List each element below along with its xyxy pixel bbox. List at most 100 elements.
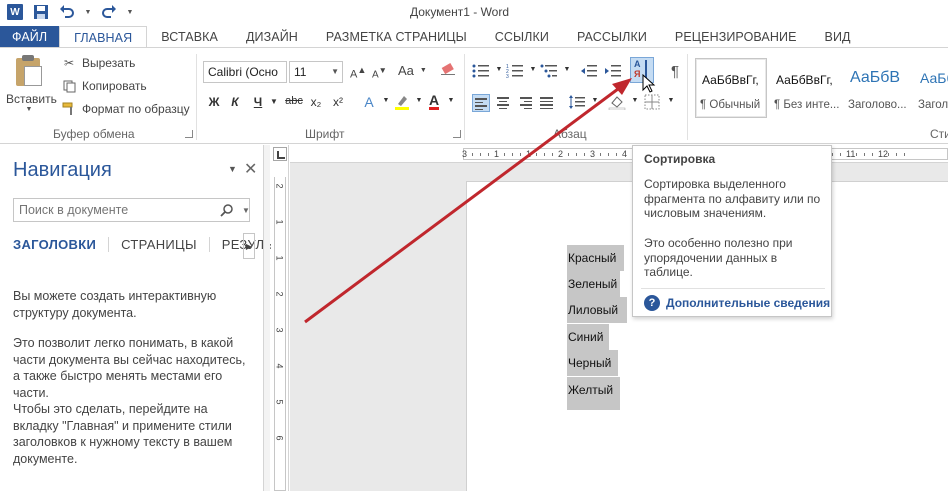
nav-help-paragraph: Это позволит легко понимать, в какой час… bbox=[13, 336, 246, 400]
font-color-button[interactable]: A bbox=[425, 92, 443, 110]
text-effects-button[interactable]: A bbox=[360, 94, 378, 110]
font-launcher-icon[interactable] bbox=[453, 130, 461, 138]
tab-review[interactable]: РЕЦЕНЗИРОВАНИЕ bbox=[661, 26, 811, 48]
increase-indent-icon[interactable] bbox=[604, 63, 622, 81]
list-item[interactable]: Зеленый bbox=[567, 271, 620, 297]
superscript-button[interactable]: x² bbox=[329, 95, 347, 109]
brush-icon bbox=[62, 102, 76, 116]
tab-view[interactable]: ВИД bbox=[811, 26, 865, 48]
align-right-icon bbox=[516, 94, 534, 109]
style-name: Заголово... bbox=[848, 99, 907, 111]
decrease-indent-icon[interactable] bbox=[580, 63, 598, 81]
paste-button[interactable]: Вставить ▼ bbox=[6, 54, 57, 113]
tab-references[interactable]: ССЫЛКИ bbox=[481, 26, 563, 48]
multilevel-list-icon[interactable] bbox=[540, 63, 558, 81]
numbering-icon[interactable]: 123 bbox=[506, 63, 524, 81]
list-item[interactable]: Лиловый bbox=[567, 297, 627, 323]
highlight-button[interactable] bbox=[393, 93, 411, 114]
shading-dropdown-icon[interactable]: ▼ bbox=[626, 97, 644, 104]
justify-icon bbox=[538, 94, 556, 109]
search-dropdown-icon[interactable]: ▼ bbox=[242, 206, 250, 215]
change-case-dropdown-icon: ▼ bbox=[419, 67, 427, 74]
ruler-number: 2 bbox=[274, 183, 285, 189]
nav-options-dropdown-icon[interactable]: ▼ bbox=[228, 164, 237, 174]
copy-button[interactable]: Копировать bbox=[62, 79, 147, 93]
tooltip-note: Это особенно полезно при упорядочении да… bbox=[644, 236, 793, 279]
list-item[interactable]: Желтый bbox=[567, 377, 620, 410]
paste-dropdown-icon[interactable]: ▼ bbox=[6, 106, 52, 113]
ruler-tick bbox=[480, 153, 481, 156]
style-heading-1[interactable]: АаБбВ Заголово... bbox=[843, 58, 915, 118]
sort-icon: A bbox=[634, 59, 641, 69]
ruler-number: 6 bbox=[274, 435, 285, 441]
ruler-tick bbox=[584, 153, 585, 156]
list-item[interactable]: Черный bbox=[567, 350, 618, 376]
bold-button[interactable]: Ж bbox=[205, 95, 223, 109]
clear-formatting-button[interactable] bbox=[440, 63, 456, 80]
ruler-number: 4 bbox=[622, 149, 628, 159]
svg-text:3: 3 bbox=[506, 74, 509, 79]
shrink-font-button[interactable]: A▼ bbox=[372, 65, 387, 80]
clipboard-launcher-icon[interactable] bbox=[185, 130, 193, 138]
tab-file[interactable]: ФАЙЛ bbox=[0, 26, 60, 48]
tab-home[interactable]: ГЛАВНАЯ bbox=[59, 26, 148, 48]
line-spacing-icon[interactable] bbox=[568, 94, 586, 112]
show-formatting-button[interactable]: ¶ bbox=[666, 63, 684, 80]
change-case-button[interactable]: Aa ▼ bbox=[398, 63, 427, 78]
font-size-box[interactable]: 11 ▼ bbox=[289, 61, 343, 83]
font-name-box[interactable]: Calibri (Осно bbox=[203, 61, 287, 83]
copy-label: Копировать bbox=[82, 79, 147, 93]
borders-icon[interactable] bbox=[644, 94, 662, 112]
style-sample: АаБбВ bbox=[850, 69, 901, 86]
align-center-button[interactable] bbox=[494, 94, 512, 112]
tab-layout[interactable]: РАЗМЕТКА СТРАНИЦЫ bbox=[312, 26, 481, 48]
horizontal-ruler: 31123456789101112 bbox=[290, 145, 948, 163]
line-spacing-dropdown-icon[interactable]: ▼ bbox=[586, 97, 604, 104]
underline-dropdown-icon[interactable]: ▼ bbox=[265, 97, 283, 106]
cut-button[interactable]: ✂ Вырезать bbox=[62, 56, 135, 70]
align-left-button[interactable] bbox=[472, 94, 490, 112]
grow-font-button[interactable]: A▲ bbox=[350, 65, 366, 81]
ruler-tick bbox=[600, 153, 601, 156]
tab-insert[interactable]: ВСТАВКА bbox=[147, 26, 232, 48]
clipboard-group-label: Буфер обмена bbox=[53, 127, 135, 141]
borders-dropdown-icon[interactable]: ▼ bbox=[662, 97, 680, 104]
font-size-dropdown-icon[interactable]: ▼ bbox=[331, 67, 339, 76]
style-no-spacing[interactable]: АаБбВвГг, ¶ Без инте... bbox=[769, 58, 841, 118]
ruler-tick bbox=[608, 153, 609, 156]
pane-divider[interactable] bbox=[263, 145, 270, 491]
tab-mailings[interactable]: РАССЫЛКИ bbox=[563, 26, 661, 48]
font-color-dropdown-icon[interactable]: ▼ bbox=[442, 97, 460, 104]
tab-headings[interactable]: ЗАГОЛОВКИ bbox=[13, 237, 110, 252]
ruler-number: 1 bbox=[274, 255, 285, 261]
ruler-tick bbox=[536, 153, 537, 156]
font-name-value: Calibri (Осно bbox=[208, 65, 278, 79]
search-input[interactable] bbox=[14, 199, 210, 221]
mouse-cursor-icon bbox=[642, 74, 656, 93]
ruler-tick bbox=[888, 153, 889, 156]
bullets-icon[interactable] bbox=[472, 63, 490, 81]
style-sample: АаБбВвГг, bbox=[776, 73, 833, 87]
strikethrough-button[interactable]: abc bbox=[283, 95, 305, 107]
tab-selector-icon[interactable] bbox=[273, 147, 287, 161]
style-normal[interactable]: АаБбВвГг, ¶ Обычный bbox=[695, 58, 767, 118]
ruler-tick bbox=[904, 153, 905, 156]
group-separator bbox=[464, 54, 465, 140]
justify-button[interactable] bbox=[538, 94, 556, 112]
style-heading-2[interactable]: АаБб Заголово... bbox=[913, 58, 948, 118]
format-painter-button[interactable]: Формат по образцу bbox=[62, 102, 190, 116]
more-info-link[interactable]: ? Дополнительные сведения bbox=[644, 295, 830, 311]
list-item[interactable]: Красный bbox=[567, 245, 624, 271]
shading-icon[interactable] bbox=[608, 94, 626, 112]
search-icon[interactable] bbox=[220, 203, 234, 217]
chevron-right-icon[interactable]: ▶ bbox=[243, 233, 255, 259]
italic-button[interactable]: К bbox=[226, 95, 244, 109]
tab-design[interactable]: ДИЗАЙН bbox=[232, 26, 312, 48]
multilevel-dropdown-icon[interactable]: ▼ bbox=[558, 66, 576, 73]
ruler-tick bbox=[504, 153, 505, 156]
align-right-button[interactable] bbox=[516, 94, 534, 112]
list-item[interactable]: Синий bbox=[567, 324, 609, 350]
subscript-button[interactable]: x₂ bbox=[307, 95, 325, 109]
close-icon[interactable]: ✕ bbox=[244, 159, 257, 179]
tab-pages[interactable]: СТРАНИЦЫ bbox=[121, 237, 210, 252]
